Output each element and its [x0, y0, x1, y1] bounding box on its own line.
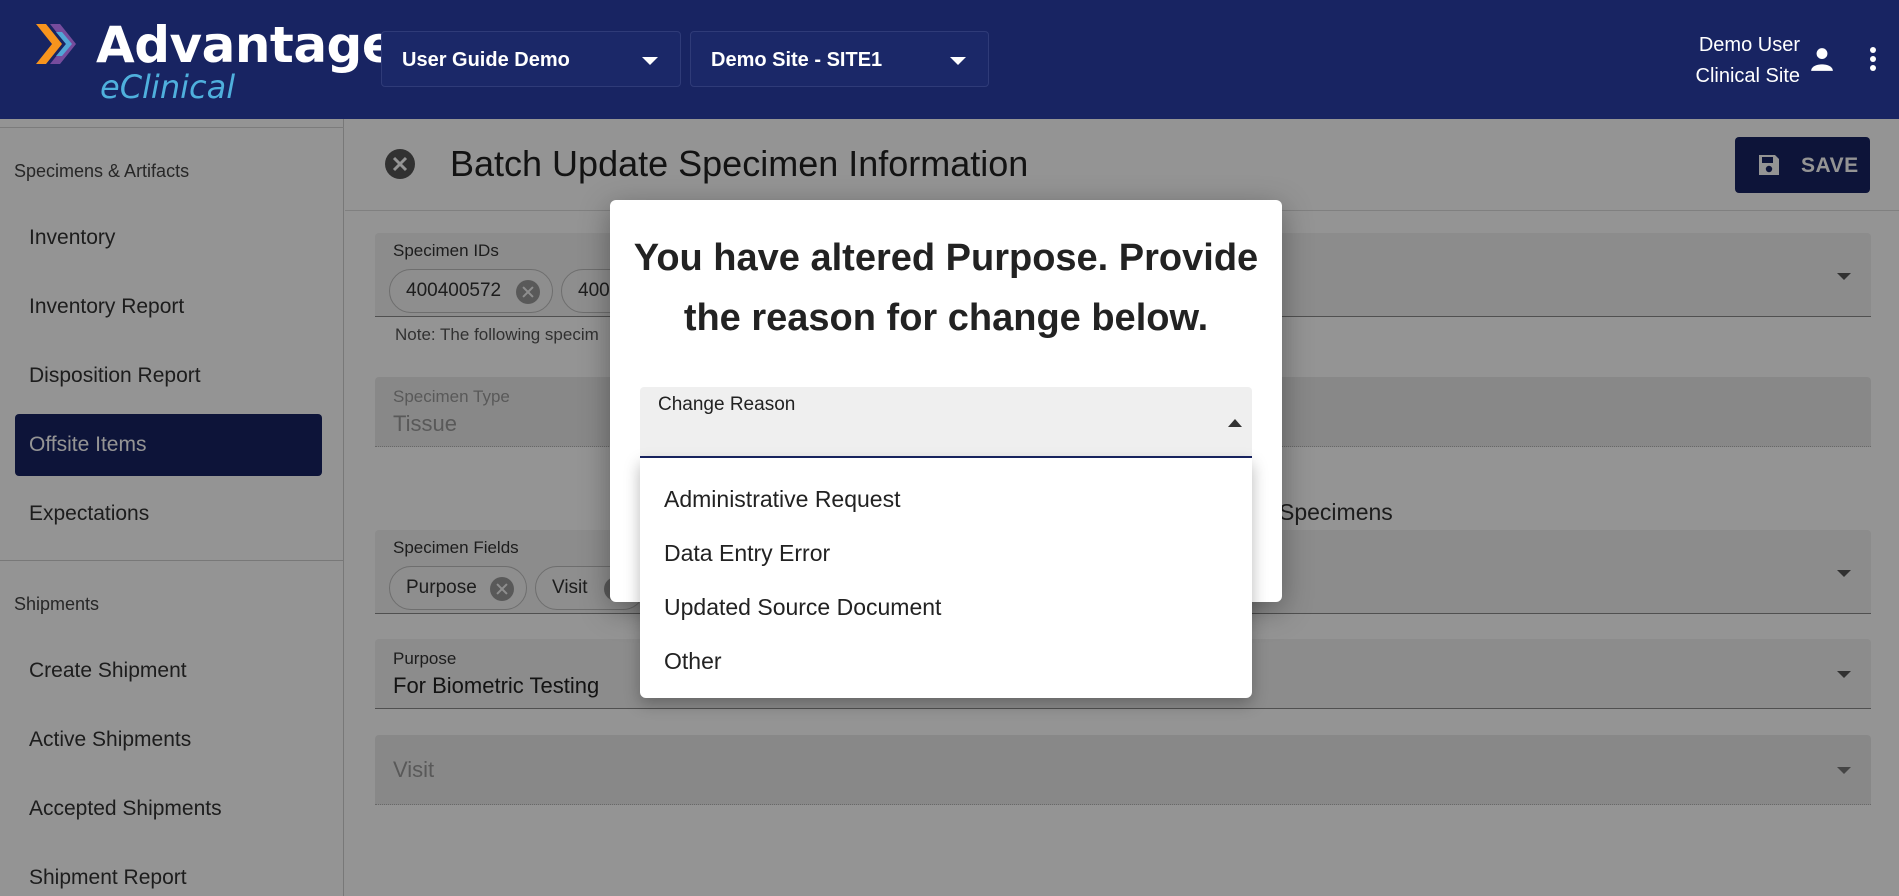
change-reason-label: Change Reason: [658, 394, 796, 415]
chevron-down-icon: [950, 57, 966, 65]
menu-item-data-entry-error[interactable]: Data Entry Error: [640, 526, 1252, 580]
app-header: Advantage eClinical User Guide Demo Demo…: [0, 0, 1899, 119]
menu-item-other[interactable]: Other: [640, 634, 1252, 688]
site-select-value: Demo Site - SITE1: [711, 49, 883, 71]
site-select[interactable]: Demo Site - SITE1: [690, 31, 989, 87]
logo-title: Advantage: [96, 16, 396, 74]
study-select-value: User Guide Demo: [402, 49, 570, 71]
app-logo[interactable]: Advantage eClinical: [34, 16, 396, 108]
change-reason-select[interactable]: Change Reason: [640, 387, 1252, 458]
menu-item-administrative-request[interactable]: Administrative Request: [640, 472, 1252, 526]
person-icon[interactable]: [1809, 46, 1835, 72]
user-role: Clinical Site: [1695, 65, 1800, 87]
more-vert-icon[interactable]: [1862, 46, 1884, 72]
dialog-title: You have altered Purpose. Provide the re…: [633, 237, 1259, 339]
menu-item-updated-source-document[interactable]: Updated Source Document: [640, 580, 1252, 634]
chevron-down-icon: [642, 57, 658, 65]
logo-subtitle: eClinical: [100, 68, 236, 106]
study-select[interactable]: User Guide Demo: [381, 31, 681, 87]
chevron-up-icon: [1228, 419, 1242, 427]
logo-chevron-icon: [36, 24, 76, 64]
user-name: Demo User: [1698, 34, 1800, 56]
user-info[interactable]: Demo User Clinical Site: [1696, 30, 1800, 92]
change-reason-menu: Administrative Request Data Entry Error …: [640, 458, 1252, 698]
